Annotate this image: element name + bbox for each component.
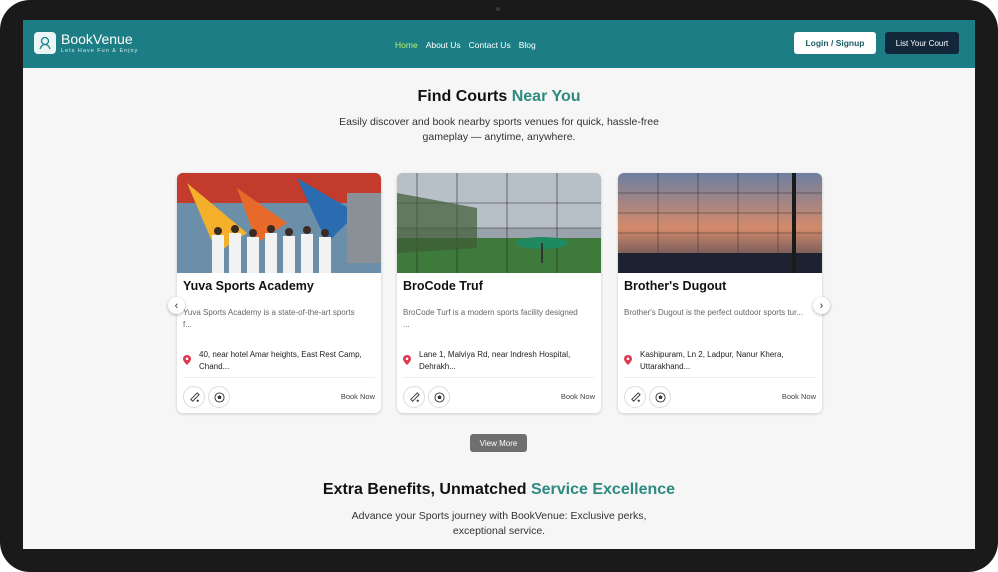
venue-card[interactable]: BroCode Truf BroCode Turf is a modern sp… xyxy=(397,173,601,413)
card-divider xyxy=(403,377,595,378)
venue-image[interactable] xyxy=(397,173,601,273)
venue-card[interactable]: Yuva Sports Academy Yuva Sports Academy … xyxy=(177,173,381,413)
venue-location: 40, near hotel Amar heights, East Rest C… xyxy=(199,350,362,371)
hero-title-prefix: Find Courts xyxy=(417,88,512,105)
brand-tagline: Lets Have Fun & Enjoy xyxy=(61,48,139,54)
nav-blog-link[interactable]: Blog xyxy=(519,40,536,50)
benefits-title-prefix: Extra Benefits, Unmatched xyxy=(322,481,531,498)
login-signup-button[interactable]: Login / Signup xyxy=(794,32,876,54)
nav-about-link[interactable]: About Us xyxy=(426,40,461,50)
brand-name[interactable]: BookVenue xyxy=(61,31,133,47)
football-icon xyxy=(208,386,230,408)
logo-icon[interactable] xyxy=(34,32,56,54)
location-pin-icon xyxy=(403,355,411,365)
carousel-next-button[interactable]: › xyxy=(813,297,830,314)
benefits-title: Extra Benefits, Unmatched Service Excell… xyxy=(23,481,975,499)
venue-name[interactable]: Yuva Sports Academy xyxy=(183,279,314,293)
hero-title: Find Courts Near You xyxy=(23,88,975,106)
carousel-prev-button[interactable]: ‹ xyxy=(168,297,185,314)
view-more-button[interactable]: View More xyxy=(470,434,527,452)
venue-image[interactable] xyxy=(618,173,822,273)
camera-dot xyxy=(496,7,500,11)
benefits-title-accent: Service Excellence xyxy=(530,481,676,498)
top-navbar: BookVenue Lets Have Fun & Enjoy Home Abo… xyxy=(23,20,975,68)
browser-viewport: BookVenue Lets Have Fun & Enjoy Home Abo… xyxy=(23,20,975,549)
benefits-subtitle: Advance your Sports journey with BookVen… xyxy=(351,510,647,537)
location-pin-icon xyxy=(183,355,191,365)
nav-contact-link[interactable]: Contact Us xyxy=(469,40,511,50)
nav-links: Home About Us Contact Us Blog xyxy=(395,40,536,50)
cricket-icon xyxy=(403,386,425,408)
venue-location: Lane 1, Malviya Rd, near Indresh Hospita… xyxy=(419,350,571,371)
book-now-link[interactable]: Book Now xyxy=(782,392,816,401)
hero-subtitle: Easily discover and book nearby sports v… xyxy=(339,116,659,143)
venue-description: BroCode Turf is a modern sports facility… xyxy=(403,308,578,329)
venue-name[interactable]: BroCode Truf xyxy=(403,279,483,293)
card-divider xyxy=(624,377,816,378)
venue-card[interactable]: Brother's Dugout Brother's Dugout is the… xyxy=(618,173,822,413)
venue-name[interactable]: Brother's Dugout xyxy=(624,279,726,293)
card-divider xyxy=(183,377,375,378)
location-pin-icon xyxy=(624,355,632,365)
cricket-icon xyxy=(183,386,205,408)
book-now-link[interactable]: Book Now xyxy=(341,392,375,401)
football-icon xyxy=(649,386,671,408)
nav-home-link[interactable]: Home xyxy=(395,40,418,50)
venue-description: Brother's Dugout is the perfect outdoor … xyxy=(624,308,803,317)
hero-title-accent: Near You xyxy=(511,88,581,105)
venue-description: Yuva Sports Academy is a state-of-the-ar… xyxy=(183,308,355,329)
list-your-court-button[interactable]: List Your Court xyxy=(885,32,959,54)
tablet-frame: BookVenue Lets Have Fun & Enjoy Home Abo… xyxy=(0,0,998,572)
book-now-link[interactable]: Book Now xyxy=(561,392,595,401)
venue-image[interactable] xyxy=(177,173,381,273)
cricket-icon xyxy=(624,386,646,408)
venue-location: Kashipuram, Ln 2, Ladpur, Nanur Khera, U… xyxy=(640,350,784,371)
football-icon xyxy=(428,386,450,408)
